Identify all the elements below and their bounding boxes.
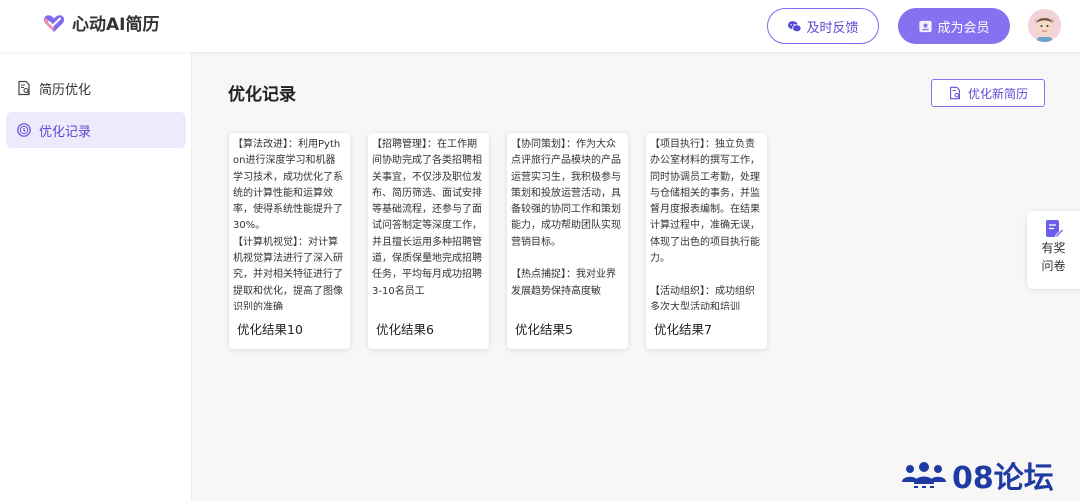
card-title: 优化结果6 — [376, 322, 434, 337]
result-card[interactable]: 【协同策划】：作为大众点评旅行产品模块的产品运营实习生，我积极参与策划和投放运营… — [507, 133, 628, 349]
card-title: 优化结果7 — [654, 322, 712, 337]
sidebar-item-optimize-record[interactable]: 优化记录 — [6, 112, 186, 148]
wechat-icon — [788, 20, 802, 32]
card-title: 优化结果5 — [515, 322, 573, 337]
new-button-label: 优化新简历 — [967, 86, 1028, 101]
card-preview-text: 【项目执行】：独立负责办公室材料的撰写工作，同时协调员工考勤，处理与仓储相关的事… — [650, 139, 760, 310]
sidebar-item-label: 简历优化 — [39, 82, 92, 98]
survey-edit-icon — [1045, 220, 1064, 238]
become-member-button[interactable]: 成为会员 — [898, 8, 1010, 44]
page-title: 优化记录 — [228, 85, 296, 105]
feedback-label: 及时反馈 — [806, 20, 859, 36]
card-title: 优化结果10 — [237, 322, 303, 337]
card-preview-text: 【算法改进】：利用Python进行深度学习和机器学习技术，成功优化了系统的计算性… — [233, 139, 343, 310]
sidebar-item-label: 优化记录 — [39, 124, 92, 140]
avatar-face-icon — [1028, 9, 1061, 42]
watermark: 08论坛 — [900, 453, 1054, 497]
logo-text: 心动AI简历 — [72, 15, 160, 35]
card-preview-text: 【招聘管理】：在工作期间协助完成了各类招聘相关事宜，不仅涉及职位发布、简历筛选、… — [372, 139, 482, 297]
survey-float-button[interactable]: 有奖 问卷 — [1027, 211, 1080, 289]
app-logo[interactable]: 心动AI简历 — [42, 10, 159, 35]
survey-label-line1: 有奖 — [1041, 241, 1066, 255]
document-search-icon — [18, 80, 30, 96]
sidebar: 简历优化 优化记录 — [0, 52, 192, 501]
history-record-icon — [17, 123, 31, 137]
survey-label-line2: 问卷 — [1041, 259, 1066, 273]
result-card[interactable]: 【算法改进】：利用Python进行深度学习和机器学习技术，成功优化了系统的计算性… — [229, 133, 350, 349]
document-search-icon — [950, 86, 961, 100]
sidebar-item-resume-optimize[interactable]: 简历优化 — [6, 70, 186, 106]
result-card[interactable]: 【招聘管理】：在工作期间协助完成了各类招聘相关事宜，不仅涉及职位发布、简历筛选、… — [368, 133, 489, 349]
user-avatar[interactable] — [1028, 9, 1061, 42]
watermark-text: 08论坛 — [952, 461, 1054, 496]
member-card-icon — [919, 20, 933, 32]
feedback-button[interactable]: 及时反馈 — [767, 8, 879, 44]
top-header: 心动AI简历 及时反馈 成为会员 — [0, 0, 1080, 52]
optimize-new-resume-button[interactable]: 优化新简历 — [931, 79, 1045, 107]
card-preview-text: 【协同策划】：作为大众点评旅行产品模块的产品运营实习生，我积极参与策划和投放运营… — [511, 139, 621, 297]
result-card[interactable]: 【项目执行】：独立负责办公室材料的撰写工作，同时协调员工考勤，处理与仓储相关的事… — [646, 133, 767, 349]
member-label: 成为会员 — [937, 20, 990, 36]
people-group-icon — [902, 462, 946, 488]
heart-logo-icon — [43, 14, 65, 32]
